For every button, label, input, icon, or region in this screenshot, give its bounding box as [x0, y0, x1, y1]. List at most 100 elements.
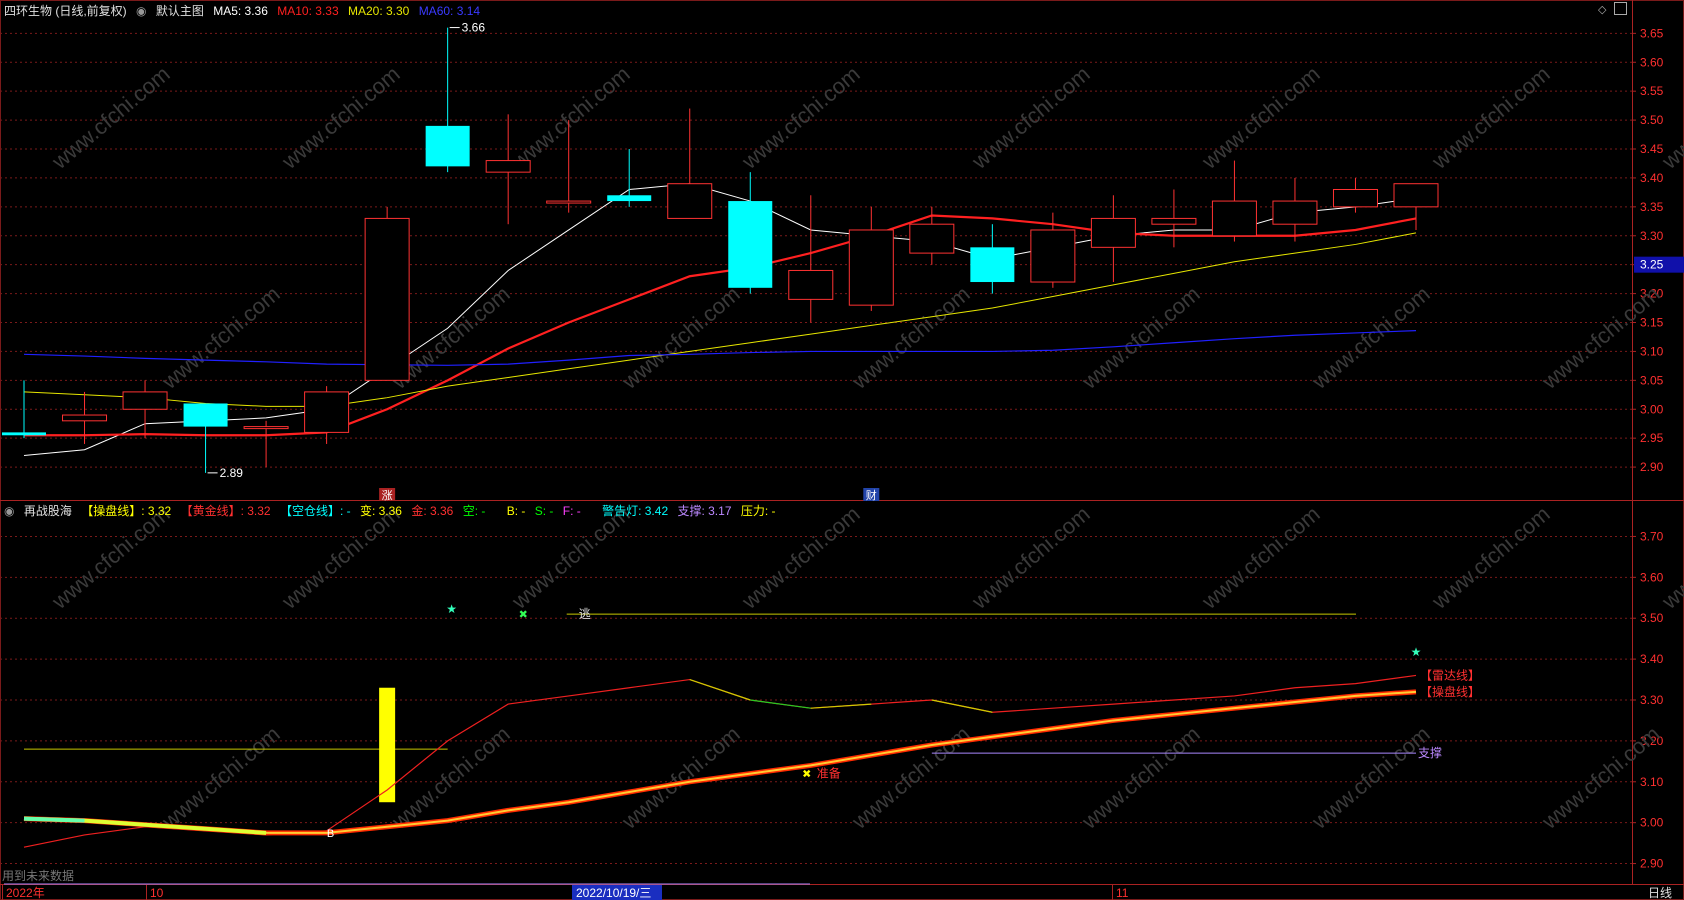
candle-body: [1211, 200, 1257, 237]
huangjin-legend: 【黄金线】: 3.32: [180, 504, 271, 518]
watermark-text: www.cfchi.com: [1196, 61, 1324, 174]
ma5-legend: MA5: 3.36: [213, 4, 268, 18]
candle-body: [667, 183, 713, 219]
support-legend: 支撑: 3.17: [677, 504, 732, 518]
ma10-legend: MA10: 3.33: [277, 4, 339, 18]
chart-dropdown-icon[interactable]: ◉: [136, 4, 146, 18]
candle-body: [364, 217, 410, 381]
chart-name[interactable]: 默认主图: [156, 4, 204, 18]
period-label: 日线: [1648, 886, 1672, 900]
diamond-icon[interactable]: ◇: [1598, 3, 1606, 16]
watermark-text: www.cfchi.com: [1426, 61, 1554, 174]
main-tick-label: 3.60: [1640, 55, 1664, 69]
candle-body: [243, 426, 289, 430]
sub-tick-label: 2.90: [1640, 857, 1664, 871]
candle-body: [62, 414, 108, 422]
zhang-marker: 涨: [382, 489, 393, 502]
sub-chart-dropdown-icon[interactable]: ◉: [4, 504, 14, 518]
watermark-text: www.cfchi.com: [846, 721, 974, 834]
watermark-text: www.cfchi.com: [156, 281, 284, 394]
f-legend: F: -: [562, 504, 581, 518]
candle-body: [183, 403, 228, 427]
chart-stage: 3.653.603.553.503.453.403.353.303.253.20…: [0, 0, 1684, 900]
window-toggle-icon[interactable]: [1614, 2, 1627, 15]
s-legend: S: -: [534, 504, 554, 518]
candle-body: [485, 160, 531, 173]
main-tick-label: 3.40: [1640, 171, 1664, 185]
kong-legend: 空: -: [462, 504, 486, 518]
radar-segment: [750, 699, 811, 709]
main-tick-label: 3.50: [1640, 113, 1664, 127]
watermark-text: www.cfchi.com: [616, 281, 744, 394]
escape-label: 逃: [579, 607, 591, 621]
candle-body: [909, 223, 955, 254]
main-tick-label: 3.65: [1640, 26, 1664, 40]
current-price-label: 3.25: [1640, 258, 1664, 272]
main-tick-label: 3.05: [1640, 373, 1664, 387]
candle-body: [1151, 217, 1197, 225]
sub-indicator-name[interactable]: 再战股海: [24, 504, 72, 518]
candle-body: [425, 125, 470, 167]
prepare-label: 准备: [817, 767, 841, 781]
sub-legend: ◉ 再战股海 【操盘线】: 3.32 【黄金线】: 3.32 【空仓线】: - …: [4, 502, 782, 519]
candle-body: [1030, 229, 1076, 283]
watermark-text: www.cfchi.com: [506, 61, 634, 174]
cai-marker: 财: [866, 488, 877, 502]
candle-body: [970, 247, 1015, 283]
watermark-text: www.cfchi.com: [966, 501, 1094, 614]
warn-legend: 警告灯: 3.42: [602, 504, 669, 518]
bian-legend: 变: 3.36: [359, 504, 402, 518]
sub-tick-label: 3.60: [1640, 570, 1664, 584]
main-legend: 四环生物 (日线,前复权) ◉ 默认主图 MA5: 3.36 MA10: 3.3…: [4, 2, 486, 19]
sub-tick-label: 3.00: [1640, 816, 1664, 830]
watermark-text: www.cfchi.com: [156, 721, 284, 834]
radar-segment: [689, 678, 751, 701]
candle-body: [1332, 188, 1378, 208]
sub-tick-label: 3.40: [1640, 652, 1664, 666]
radar-segment: [810, 703, 872, 709]
main-tick-label: 3.00: [1640, 402, 1664, 416]
time-label: 11: [1116, 886, 1129, 900]
candle-body: [1393, 183, 1439, 208]
watermark-text: www.cfchi.com: [1306, 281, 1434, 394]
sub-tick-label: 3.10: [1640, 775, 1664, 789]
main-tick-label: 2.90: [1640, 460, 1664, 474]
candle-body: [2, 432, 46, 436]
watermark-text: www.cfchi.com: [966, 61, 1094, 174]
stock-title[interactable]: 四环生物 (日线,前复权): [4, 4, 127, 18]
low-label: 2.89: [220, 466, 244, 480]
warn-star-icon: ★: [1411, 645, 1422, 659]
high-label: 3.66: [462, 21, 486, 35]
main-tick-label: 2.95: [1640, 431, 1664, 445]
ma60-legend: MA60: 3.14: [418, 4, 481, 18]
caopan-legend: 【操盘线】: 3.32: [81, 504, 172, 518]
watermark-text: www.cfchi.com: [1076, 281, 1204, 394]
kongcang-legend: 【空仓线】: -: [279, 504, 351, 518]
watermark-text: www.cfchi.com: [1196, 501, 1324, 614]
jin-legend: 金: 3.36: [411, 504, 454, 518]
candle-body: [788, 269, 834, 300]
time-label: 10: [150, 886, 164, 900]
main-tick-label: 3.10: [1640, 344, 1664, 358]
watermark-text: www.cfchi.com: [736, 61, 864, 174]
sub-tick-label: 3.30: [1640, 693, 1664, 707]
chart-canvas[interactable]: 3.653.603.553.503.453.403.353.303.253.20…: [0, 0, 1684, 900]
watermark-text: www.cfchi.com: [276, 61, 404, 174]
future-data-label: 用到未来数据: [2, 868, 74, 883]
main-tick-label: 3.35: [1640, 200, 1664, 214]
watermark-text: www.cfchi.com: [1426, 501, 1554, 614]
b-legend: B: -: [506, 504, 526, 518]
candle-body: [304, 391, 350, 433]
star-icon: ★: [446, 602, 457, 616]
candle-body: [1090, 217, 1136, 248]
sub-tick-label: 3.50: [1640, 611, 1664, 625]
time-label: 2022年: [6, 886, 45, 900]
main-tick-label: 3.30: [1640, 229, 1664, 243]
radar-label: 【雷达线】: [1420, 668, 1480, 682]
candle-body: [546, 200, 592, 204]
watermark-text: www.cfchi.com: [1656, 501, 1684, 614]
prepare-x-icon: ✖: [802, 769, 811, 781]
main-tick-label: 3.55: [1640, 84, 1664, 98]
watermark-text: www.cfchi.com: [1306, 721, 1434, 834]
caopan-label: 【操盘线】: [1420, 684, 1480, 699]
